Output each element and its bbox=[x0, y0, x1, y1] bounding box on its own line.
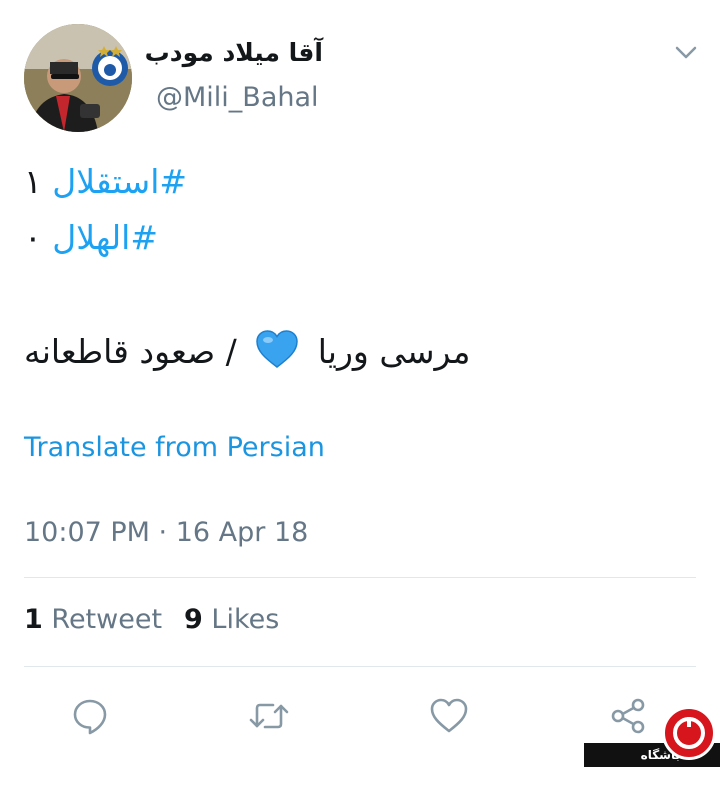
tweet-timestamp[interactable]: 10:07 PM · 16 Apr 18 bbox=[24, 517, 308, 548]
avatar[interactable] bbox=[24, 24, 132, 132]
tweet-line-2: #الهلال ۰ bbox=[24, 218, 158, 257]
watermark-logo-icon bbox=[662, 706, 716, 760]
reply-icon bbox=[73, 699, 107, 735]
hashtag-link[interactable]: #الهلال bbox=[52, 218, 158, 257]
tweet-text: مرسی وریا bbox=[317, 332, 471, 371]
watermark: باشگاه خبرنگاران bbox=[584, 706, 720, 786]
blue-heart-emoji bbox=[255, 329, 299, 377]
hashtag-link[interactable]: #استقلال bbox=[52, 162, 187, 201]
tweet-text: ۰ bbox=[24, 218, 42, 257]
display-name[interactable]: آقا میلاد مودب bbox=[145, 38, 323, 67]
translate-link[interactable]: Translate from Persian bbox=[24, 432, 325, 463]
likes-count: 9 bbox=[184, 604, 203, 635]
likes-stat[interactable]: 9 Likes bbox=[184, 604, 279, 635]
tweet-line-3: صعود قاطعانه / مرسی وریا bbox=[24, 329, 470, 377]
like-button[interactable] bbox=[427, 694, 471, 738]
tweet-separator: / bbox=[225, 332, 237, 371]
tweet-text: ۱ bbox=[24, 162, 42, 201]
divider bbox=[24, 577, 696, 578]
retweets-stat[interactable]: 1 Retweet bbox=[24, 604, 162, 635]
tweet-line-1: #استقلال ۱ bbox=[24, 162, 187, 201]
reply-button[interactable] bbox=[68, 694, 112, 738]
user-handle[interactable]: @Mili_Bahal bbox=[156, 82, 319, 113]
chevron-down-icon[interactable] bbox=[672, 38, 700, 66]
retweet-icon bbox=[249, 703, 289, 729]
retweet-button[interactable] bbox=[247, 694, 291, 738]
tweet-text: صعود قاطعانه bbox=[24, 332, 216, 371]
heart-icon bbox=[430, 698, 468, 733]
retweet-label: Retweet bbox=[51, 604, 163, 635]
retweet-count: 1 bbox=[24, 604, 43, 635]
avatar-photo bbox=[24, 24, 132, 132]
likes-label: Likes bbox=[211, 604, 280, 635]
divider bbox=[24, 666, 696, 667]
tweet-stats: 1 Retweet 9 Likes bbox=[24, 604, 279, 635]
